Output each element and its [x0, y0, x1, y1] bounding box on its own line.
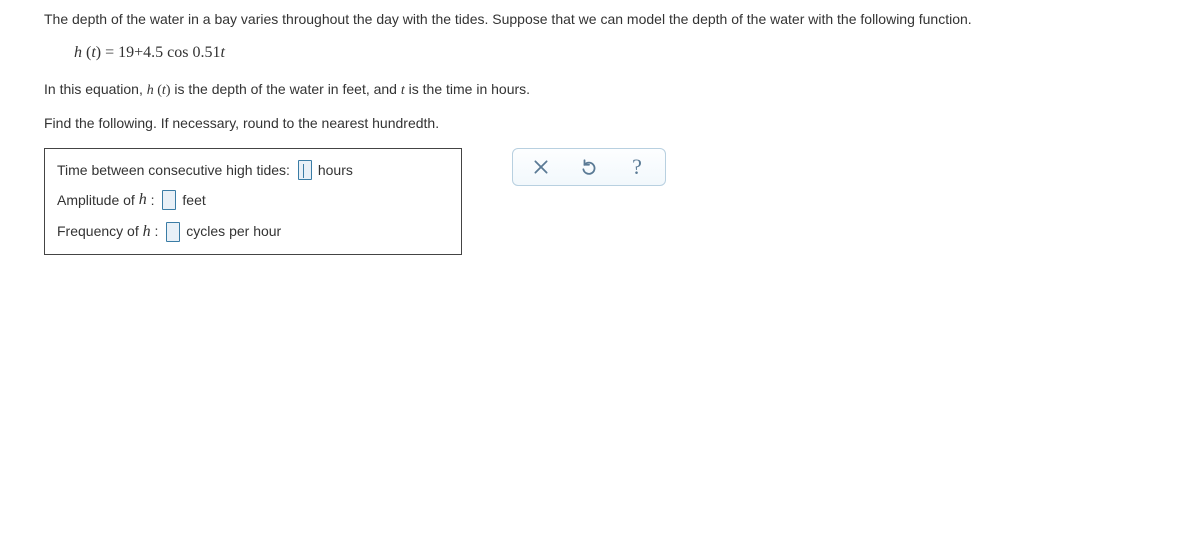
frequency-row: Frequency of h : cycles per hour [57, 219, 449, 245]
toolbar: ? [512, 148, 666, 186]
frequency-unit: cycles per hour [186, 220, 281, 242]
undo-icon[interactable] [579, 157, 599, 177]
amplitude-colon: : [147, 189, 159, 211]
frequency-var: h [143, 219, 151, 245]
close-icon[interactable] [531, 157, 551, 177]
period-label: Time between consecutive high tides: [57, 159, 294, 181]
period-row: Time between consecutive high tides: hou… [57, 159, 449, 181]
problem-intro: The depth of the water in a bay varies t… [44, 10, 1156, 30]
frequency-input[interactable] [166, 222, 180, 242]
instruction: Find the following. If necessary, round … [44, 114, 1156, 134]
answer-box: Time between consecutive high tides: hou… [44, 148, 462, 256]
frequency-label-pre: Frequency of [57, 220, 143, 242]
amplitude-var: h [139, 187, 147, 213]
period-input[interactable] [298, 160, 312, 180]
help-icon[interactable]: ? [627, 157, 647, 177]
amplitude-row: Amplitude of h : feet [57, 187, 449, 213]
frequency-colon: : [151, 220, 163, 242]
amplitude-input[interactable] [162, 190, 176, 210]
context-line: In this equation, h (t) is the depth of … [44, 80, 1156, 101]
period-unit: hours [318, 159, 353, 181]
amplitude-unit: feet [182, 189, 205, 211]
model-equation: h (t) = 19+4.5 cos 0.51t [44, 44, 1156, 62]
amplitude-label-pre: Amplitude of [57, 189, 139, 211]
